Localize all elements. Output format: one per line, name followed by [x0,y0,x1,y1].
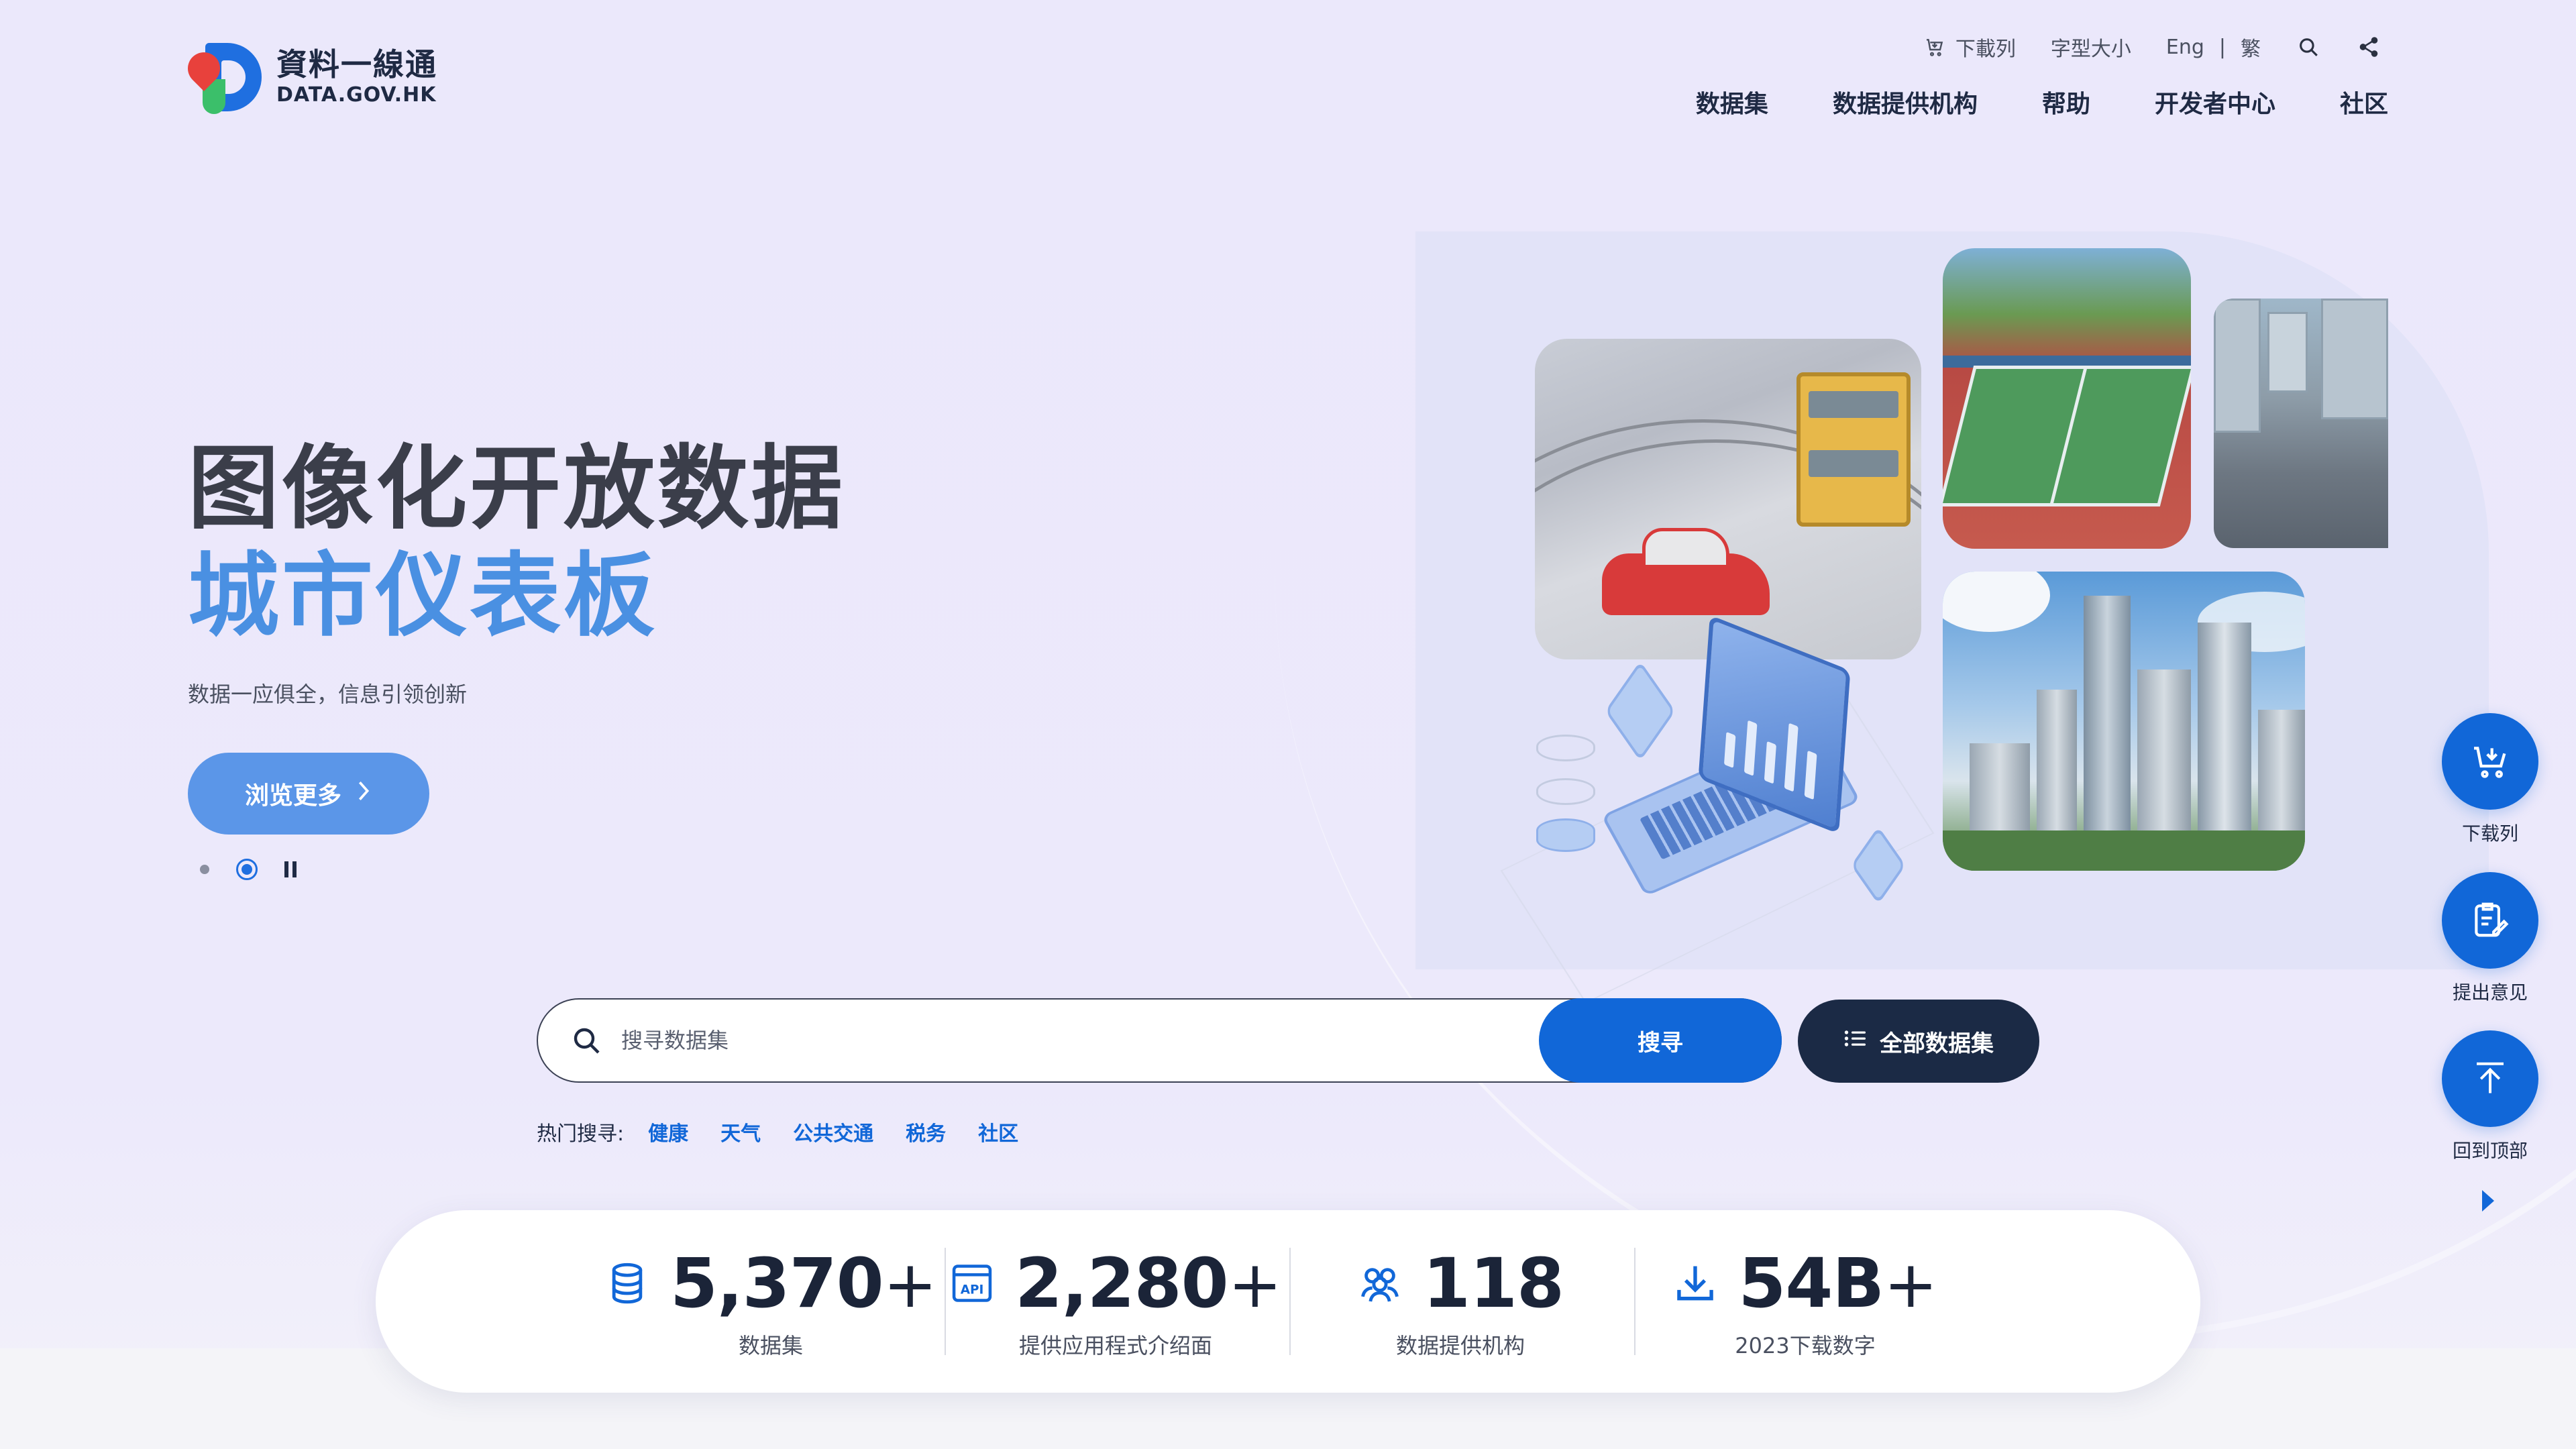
all-datasets-label: 全部数据集 [1880,1030,1994,1057]
float-download-list-label: 下载列 [2461,822,2518,845]
stat-apis[interactable]: API 2,280+ 提供应用程式介绍面 [943,1210,1288,1393]
hot-search-tax[interactable]: 税务 [906,1117,946,1146]
hero-photo-tram-taxi [1535,339,1921,659]
carousel-dot-1[interactable] [200,865,209,874]
stat-datasets[interactable]: 5,370+ 数据集 [598,1210,943,1393]
float-feedback-button[interactable] [2442,872,2538,969]
browse-more-button[interactable]: 浏览更多 [188,753,429,835]
float-feedback: 提出意见 [2442,872,2538,1005]
lang-separator: | [2218,35,2226,59]
hot-searches: 热门搜寻: 健康 天气 公共交通 税务 社区 [537,1117,1018,1146]
search-icon[interactable] [2296,34,2321,60]
stat-caption: 2023下载数字 [1735,1332,1876,1358]
float-download-list-button[interactable] [2442,713,2538,810]
all-datasets-button[interactable]: 全部数据集 [1798,1000,2039,1083]
hero-photo-city-skyline [1943,572,2305,871]
search-input[interactable] [621,1028,1539,1053]
search-button[interactable]: 搜寻 [1539,998,1782,1083]
download-list-label: 下載列 [1955,38,2016,61]
stat-downloads[interactable]: 54B+ 2023下载数字 [1633,1210,1978,1393]
stat-value: 54B [1738,1243,1884,1324]
illustration-cylinder [1536,818,1595,852]
font-size-link[interactable]: 字型大小 [2051,32,2131,62]
float-back-to-top-label: 回到顶部 [2452,1140,2528,1162]
logo-text: 資料一線通 DATA.GOV.HK [276,49,437,105]
download-list-link[interactable]: 下載列 [1922,32,2016,62]
database-icon [604,1260,650,1306]
hero-title: 图像化开放数据 [188,436,845,542]
stat-suffix: + [1884,1246,1938,1322]
float-download-list: 下载列 [2442,713,2538,846]
feedback-icon [2469,899,2511,943]
users-icon [1357,1260,1403,1306]
stat-caption: 数据提供机构 [1395,1332,1525,1358]
language-switch: Eng | 繁 [2166,32,2261,62]
logo-mark-icon [181,40,262,114]
nav-developer-centre[interactable]: 开发者中心 [2155,85,2275,119]
cart-icon [1922,34,1947,60]
stat-value: 5,370 [669,1243,884,1324]
hero-tagline: 数据一应俱全，信息引领创新 [188,682,468,707]
lang-tc-link[interactable]: 繁 [2241,32,2261,62]
nav-datasets[interactable]: 数据集 [1696,85,1768,119]
nav-community[interactable]: 社区 [2340,85,2388,119]
chevron-right-icon [355,780,372,808]
stat-caption: 数据集 [738,1332,803,1358]
download-icon [1672,1260,1718,1306]
cart-download-icon [2469,739,2512,784]
stat-suffix: + [1228,1246,1283,1322]
lang-en-link[interactable]: Eng [2166,36,2204,59]
api-icon: API [949,1260,995,1306]
hero-subtitle-highlight: 城市仪表板 [188,543,657,649]
logo-chinese: 資料一線通 [276,46,437,83]
float-back-to-top: 回到顶部 [2442,1030,2538,1163]
arrow-up-icon [2470,1058,2510,1100]
page: 資料一線通 DATA.GOV.HK 下載列 字型大小 Eng | 繁 数据集 数… [0,0,2576,1449]
browse-more-label: 浏览更多 [244,782,341,809]
nav-data-providers[interactable]: 数据提供机构 [1833,85,1978,119]
illustration-cylinder [1536,778,1595,805]
float-feedback-label: 提出意见 [2452,981,2528,1004]
share-icon[interactable] [2356,34,2381,60]
carousel-controls [200,859,297,880]
logo-english: DATA.GOV.HK [276,83,437,107]
hot-search-public-transport[interactable]: 公共交通 [793,1117,873,1146]
svg-text:API: API [961,1283,984,1297]
site-logo[interactable]: 資料一線通 DATA.GOV.HK [181,40,437,114]
search-icon [570,1024,602,1057]
collapse-arrow-icon[interactable] [2482,1190,2494,1212]
hot-search-community[interactable]: 社区 [978,1117,1018,1146]
main-nav: 数据集 数据提供机构 帮助 开发者中心 社区 [1696,85,2388,119]
stat-providers[interactable]: 118 数据提供机构 [1288,1210,1633,1393]
pause-icon[interactable] [284,861,297,877]
stat-suffix: + [883,1246,938,1322]
search-bar: 搜寻 [537,998,1782,1083]
hot-search-health[interactable]: 健康 [648,1117,688,1146]
list-icon [1843,1028,1868,1055]
stat-value: 118 [1423,1243,1564,1324]
stats-panel: 5,370+ 数据集 API 2,280+ 提供应用程式介绍面 118 数据提供… [376,1210,2200,1393]
carousel-dot-2[interactable] [236,859,258,880]
utility-bar: 下載列 字型大小 Eng | 繁 [1922,32,2381,62]
font-size-label: 字型大小 [2050,38,2131,61]
hot-search-weather[interactable]: 天气 [720,1117,761,1146]
float-back-to-top-button[interactable] [2442,1030,2538,1127]
hero-photo-street [2214,299,2388,548]
stat-value: 2,280 [1014,1243,1229,1324]
illustration-cylinder [1536,735,1595,761]
stat-caption: 提供应用程式介绍面 [1018,1332,1212,1358]
hero-photo-tennis-court [1943,248,2191,549]
hot-searches-label: 热门搜寻: [537,1122,625,1146]
nav-help[interactable]: 帮助 [2042,85,2090,119]
